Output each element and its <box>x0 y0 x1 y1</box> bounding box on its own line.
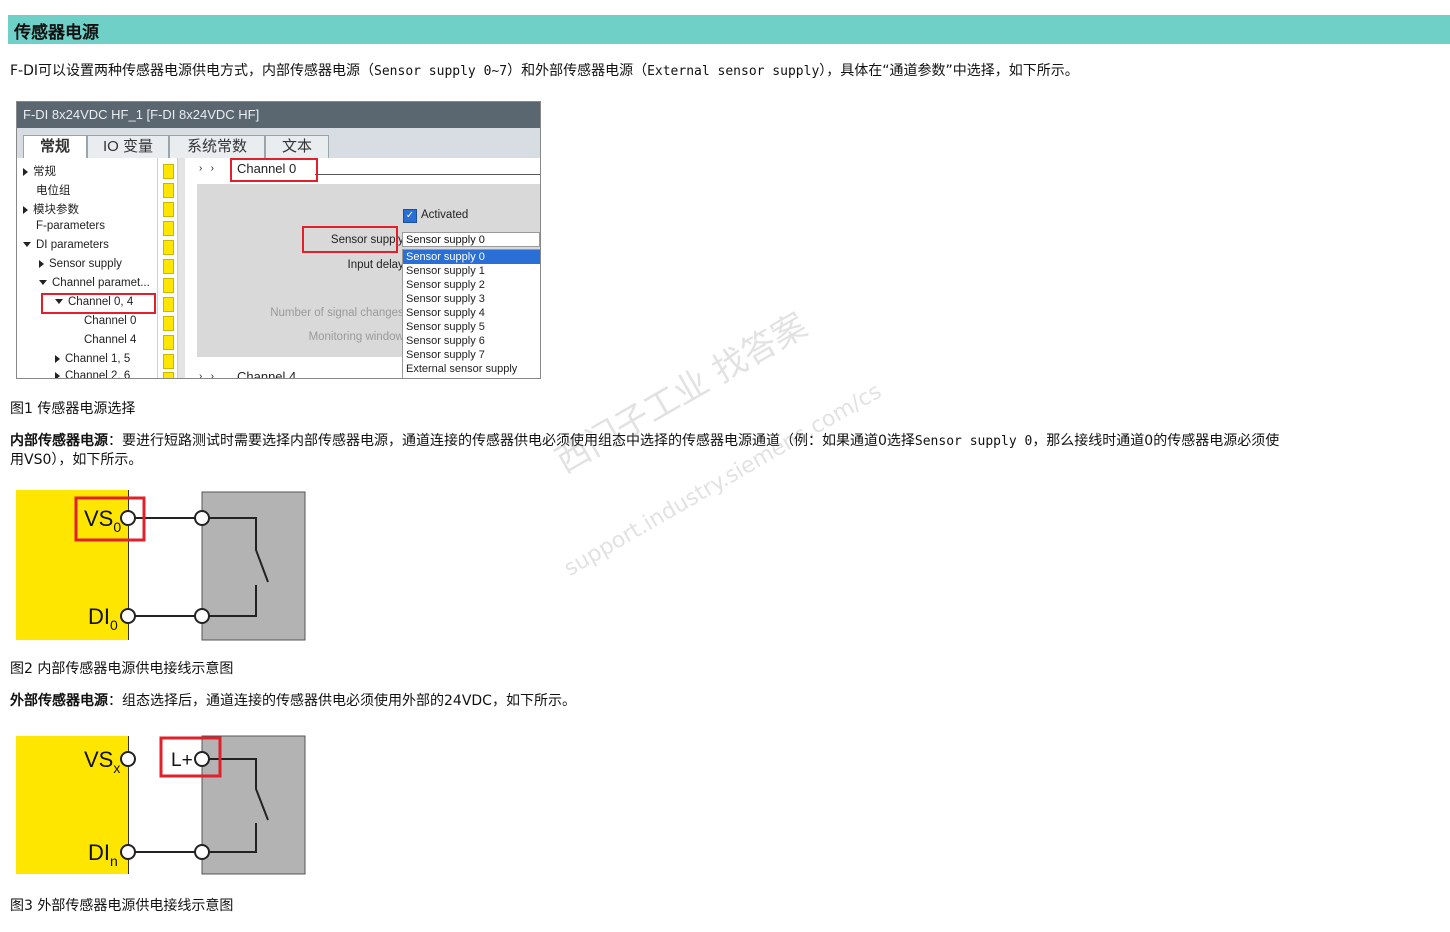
activated-checkbox[interactable]: ✓ <box>403 209 417 223</box>
status-marker <box>163 372 174 378</box>
fig1-caption: 图1 传感器电源选择 <box>10 401 136 417</box>
section-header: 传感器电源 <box>8 15 1450 44</box>
tree-scrollbar[interactable] <box>177 158 185 378</box>
intro-mono: External sensor supply <box>647 64 820 79</box>
tree-item-sensor-supply[interactable]: Sensor supply <box>39 258 122 270</box>
tree-item-channel-1-5[interactable]: Channel 1, 5 <box>55 353 130 365</box>
terminal-icon <box>194 751 210 767</box>
section-title: 传感器电源 <box>14 23 99 43</box>
divider-line <box>315 174 540 175</box>
tab-io-tags[interactable]: IO 变量 <box>87 135 169 158</box>
activated-label: Activated <box>421 209 469 221</box>
internal-mono: Sensor supply 0 <box>914 434 1033 449</box>
channel-panel: › › Channel 0 ✓ Activated Sensor supply:… <box>185 158 540 378</box>
intro-paragraph: F-DI可以设置两种传感器电源供电方式，内部传感器电源（Sensor suppl… <box>10 62 1079 81</box>
highlight-box <box>302 226 398 253</box>
status-marker <box>163 240 174 255</box>
status-marker <box>163 354 174 369</box>
status-marker <box>163 221 174 236</box>
tree-item-general[interactable]: 常规 <box>23 163 56 179</box>
highlight-box <box>230 158 318 182</box>
option-sensor-supply-4[interactable]: Sensor supply 4 <box>403 306 540 320</box>
tree-item-module-params[interactable]: 模块参数 <box>23 201 79 217</box>
sensor-block <box>201 491 306 641</box>
lplus-label: L+ <box>171 750 193 771</box>
fig2-caption: 图2 内部传感器电源供电接线示意图 <box>10 661 234 677</box>
external-lead: 外部传感器电源 <box>10 693 108 709</box>
tree-item-channel-0[interactable]: Channel 0 <box>84 315 136 327</box>
status-marker <box>163 335 174 350</box>
intro-mono: Sensor supply 0~7 <box>374 64 508 79</box>
status-marker <box>163 297 174 312</box>
status-marker <box>163 278 174 293</box>
breadcrumb-chevrons: › › <box>199 371 214 379</box>
terminal-icon <box>120 510 136 526</box>
external-text: ：组态选择后，通道连接的传感器供电必须使用外部的24VDC，如下所示。 <box>108 693 576 709</box>
window-title: F-DI 8x24VDC HF_1 [F-DI 8x24VDC HF] <box>17 102 540 128</box>
intro-text: ），具体在“通道参数”中选择，如下所示。 <box>819 63 1079 79</box>
sensor-supply-dropdown[interactable]: Sensor supply 0 <box>402 232 540 247</box>
tab-general[interactable]: 常规 <box>23 135 87 159</box>
highlight-box <box>41 293 156 314</box>
chevron-down-icon <box>23 242 31 248</box>
chevron-down-icon <box>39 280 47 286</box>
chevron-right-icon <box>23 205 28 214</box>
terminal-icon <box>194 608 210 624</box>
status-marker <box>163 164 174 179</box>
tree-item-di-parameters[interactable]: DI parameters <box>23 239 109 251</box>
internal-text: ，那么接线时通道0的传感器电源必须使 <box>1032 433 1280 449</box>
breadcrumb-bottom: Channel 4 <box>237 369 297 379</box>
tree-item-channel-parameters[interactable]: Channel paramet... <box>39 277 150 289</box>
chevron-right-icon <box>39 259 44 268</box>
wiring-diagram-internal: VS0 DI0 <box>16 490 306 641</box>
option-sensor-supply-1[interactable]: Sensor supply 1 <box>403 264 540 278</box>
status-marker <box>163 183 174 198</box>
tab-row: 常规 IO 变量 系统常数 文本 <box>17 128 540 159</box>
tree-divider <box>157 158 158 378</box>
tree-item-channel-2-6[interactable]: Channel 2, 6 <box>55 370 130 378</box>
status-marker <box>163 202 174 217</box>
option-sensor-supply-6[interactable]: Sensor supply 6 <box>403 334 540 348</box>
intro-text: ）和外部传感器电源（ <box>507 63 648 79</box>
tree-item-channel-4[interactable]: Channel 4 <box>84 334 136 346</box>
option-external-sensor-supply[interactable]: External sensor supply <box>403 362 540 376</box>
external-paragraph: 外部传感器电源：组态选择后，通道连接的传感器供电必须使用外部的24VDC，如下所… <box>10 692 576 710</box>
sensor-supply-options: Sensor supply 0 Sensor supply 1 Sensor s… <box>402 249 540 378</box>
chevron-right-icon <box>23 167 28 176</box>
intro-text: F-DI可以设置两种传感器电源供电方式，内部传感器电源（ <box>10 63 375 79</box>
input-delay-label: Input delay: <box>347 259 407 271</box>
option-sensor-supply-5[interactable]: Sensor supply 5 <box>403 320 540 334</box>
terminal-icon <box>194 510 210 526</box>
terminal-icon <box>120 608 136 624</box>
tab-texts[interactable]: 文本 <box>265 135 329 158</box>
parameter-tree: 常规 电位组 模块参数 F-parameters DI parameters S… <box>17 158 177 378</box>
breadcrumb-chevrons: › › <box>199 163 214 174</box>
option-sensor-supply-0[interactable]: Sensor supply 0 <box>403 250 540 264</box>
wiring-diagram-external: VSx L+ DIn <box>16 735 306 875</box>
option-sensor-supply-2[interactable]: Sensor supply 2 <box>403 278 540 292</box>
option-sensor-supply-7[interactable]: Sensor supply 7 <box>403 348 540 362</box>
fig3-caption: 图3 外部传感器电源供电接线示意图 <box>10 898 234 914</box>
chevron-right-icon <box>55 371 60 378</box>
monitoring-window-label: Monitoring window: <box>308 331 407 343</box>
internal-lead: 内部传感器电源 <box>10 433 108 449</box>
tree-item-f-parameters[interactable]: F-parameters <box>36 220 105 232</box>
terminal-icon <box>194 844 210 860</box>
sensor-block <box>201 735 306 875</box>
option-sensor-supply-3[interactable]: Sensor supply 3 <box>403 292 540 306</box>
signal-changes-label: Number of signal changes: <box>270 307 407 319</box>
terminal-icon <box>120 751 136 767</box>
terminal-icon <box>120 844 136 860</box>
tree-item-potential-group[interactable]: 电位组 <box>36 182 71 198</box>
status-marker <box>163 316 174 331</box>
internal-text: 用VS0），如下所示。 <box>10 452 143 468</box>
chevron-right-icon <box>55 354 60 363</box>
status-marker <box>163 259 174 274</box>
tia-screenshot: F-DI 8x24VDC HF_1 [F-DI 8x24VDC HF] 常规 I… <box>16 101 541 379</box>
tab-system-constants[interactable]: 系统常数 <box>169 135 265 158</box>
